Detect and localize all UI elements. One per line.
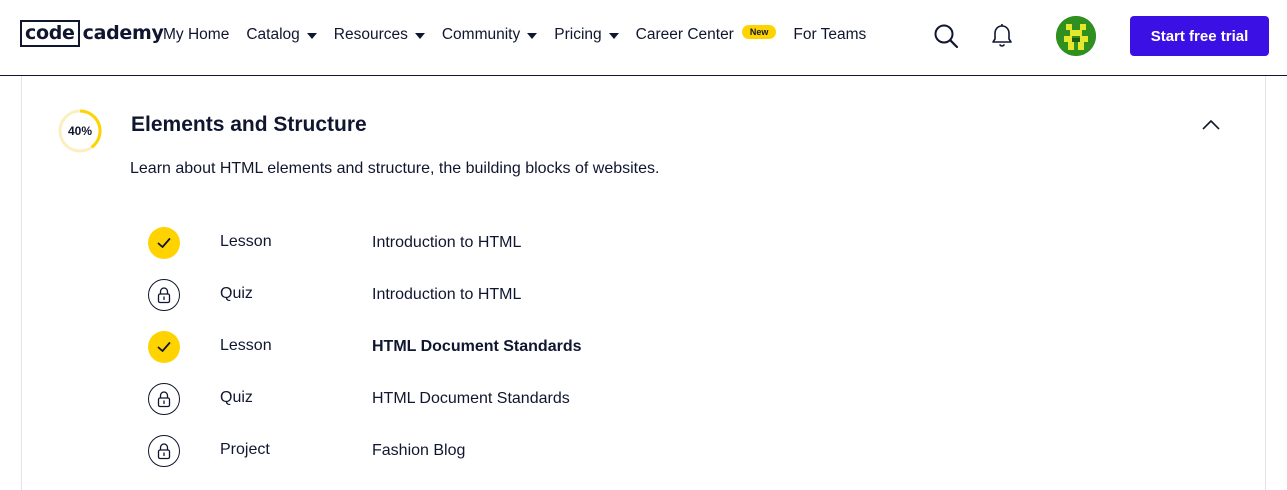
item-title[interactable]: HTML Document Standards bbox=[372, 390, 570, 408]
bell-icon[interactable] bbox=[988, 22, 1016, 50]
nav-label: For Teams bbox=[793, 26, 867, 43]
status-locked bbox=[148, 383, 180, 415]
caret-down-icon bbox=[608, 32, 619, 39]
item-type: Lesson bbox=[220, 337, 272, 354]
chevron-up-icon[interactable] bbox=[1198, 112, 1224, 138]
start-free-trial-button[interactable]: Start free trial bbox=[1130, 16, 1269, 56]
pixel-avatar-icon bbox=[1056, 16, 1096, 56]
logo-code: code bbox=[20, 20, 80, 47]
codecademy-logo[interactable]: code cademy bbox=[20, 20, 164, 47]
status-completed bbox=[148, 227, 180, 259]
nav-label: My Home bbox=[163, 26, 230, 43]
caret-down-icon bbox=[414, 32, 425, 39]
logo-cademy: cademy bbox=[82, 22, 164, 44]
nav-my-home[interactable]: My Home bbox=[163, 26, 229, 44]
main-nav: My Home Catalog Resources Community Pric… bbox=[163, 24, 883, 46]
item-type: Project bbox=[220, 441, 270, 458]
caret-down-icon bbox=[306, 32, 317, 39]
nav-community[interactable]: Community bbox=[441, 26, 538, 44]
item-type: Quiz bbox=[220, 285, 253, 302]
lock-icon bbox=[157, 391, 171, 408]
nav-resources[interactable]: Resources bbox=[334, 26, 425, 44]
checkmark-icon bbox=[157, 342, 171, 352]
module-description: Learn about HTML elements and structure,… bbox=[130, 160, 660, 177]
item-title[interactable]: Introduction to HTML bbox=[372, 286, 521, 304]
lock-icon bbox=[157, 287, 171, 304]
module-title: Elements and Structure bbox=[131, 113, 367, 136]
nav-label: Community bbox=[441, 26, 521, 43]
nav-career-center[interactable]: Career Center New bbox=[635, 25, 777, 44]
nav-pricing[interactable]: Pricing bbox=[554, 26, 619, 44]
item-title[interactable]: Introduction to HTML bbox=[372, 234, 521, 252]
item-type: Quiz bbox=[220, 389, 253, 406]
nav-label: Catalog bbox=[246, 26, 300, 43]
user-avatar[interactable] bbox=[1056, 16, 1096, 56]
nav-for-teams[interactable]: For Teams bbox=[793, 26, 866, 44]
search-icon[interactable] bbox=[932, 22, 960, 50]
new-badge: New bbox=[741, 25, 777, 39]
caret-down-icon bbox=[527, 32, 538, 39]
nav-label: Career Center bbox=[635, 26, 734, 43]
lock-icon bbox=[157, 443, 171, 460]
status-locked bbox=[148, 279, 180, 311]
item-type: Lesson bbox=[220, 233, 272, 250]
syllabus-item[interactable]: Quiz HTML Document Standards bbox=[146, 383, 1046, 419]
syllabus-item[interactable]: Project Fashion Blog bbox=[146, 435, 1046, 471]
nav-label: Resources bbox=[333, 26, 408, 43]
top-navigation: code cademy My Home Catalog Resources Co… bbox=[0, 0, 1287, 76]
status-locked bbox=[148, 435, 180, 467]
syllabus-item[interactable]: Lesson HTML Document Standards bbox=[146, 331, 1046, 367]
nav-catalog[interactable]: Catalog bbox=[246, 26, 317, 44]
progress-percent: 40% bbox=[67, 124, 93, 138]
checkmark-icon bbox=[157, 238, 171, 248]
item-title[interactable]: Fashion Blog bbox=[372, 442, 465, 460]
nav-label: Pricing bbox=[554, 26, 602, 43]
syllabus-item[interactable]: Quiz Introduction to HTML bbox=[146, 279, 1046, 315]
status-completed bbox=[148, 331, 180, 363]
syllabus-item[interactable]: Lesson Introduction to HTML bbox=[146, 227, 1046, 263]
item-title-current[interactable]: HTML Document Standards bbox=[372, 338, 582, 356]
